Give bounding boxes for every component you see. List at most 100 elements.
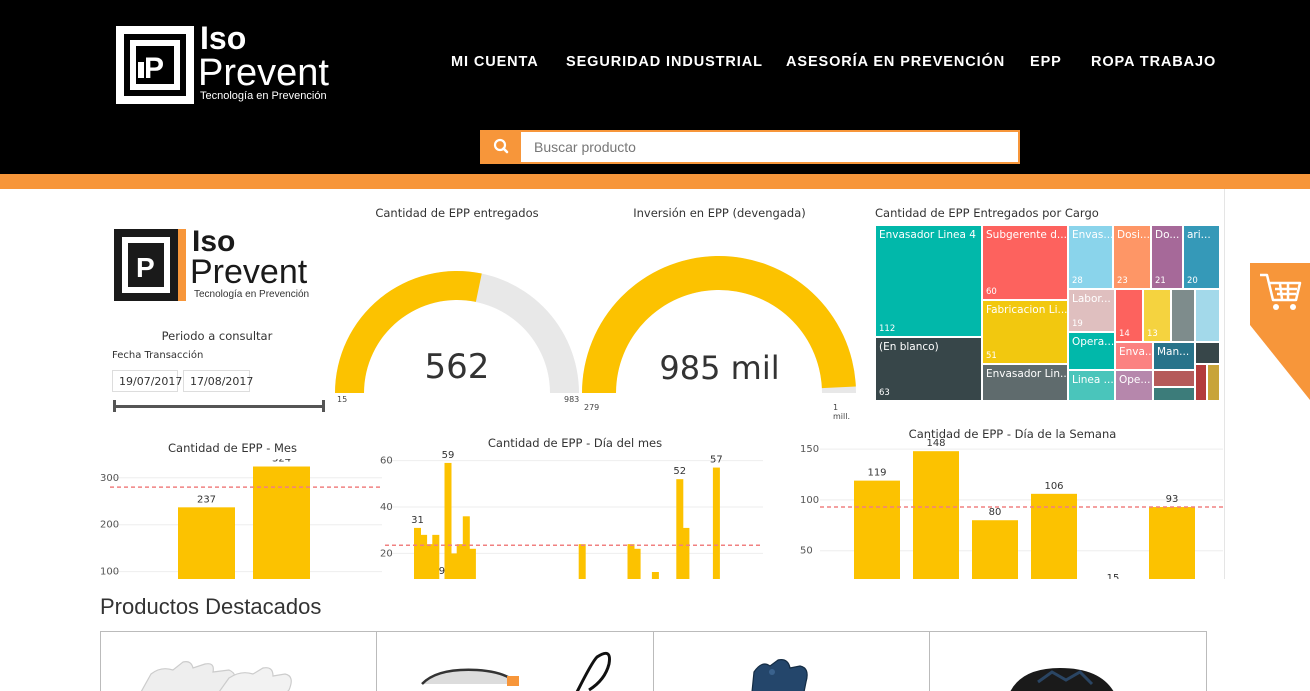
treemap-cell[interactable]	[1171, 289, 1195, 342]
treemap-cell-value: 112	[879, 324, 895, 334]
nav-epp[interactable]: EPP	[1030, 54, 1062, 70]
period-range-slider[interactable]	[112, 399, 326, 413]
bar	[634, 549, 641, 579]
bar	[713, 468, 720, 579]
gauge-2-title: Inversión en EPP (devengada)	[582, 206, 857, 220]
svg-text:P: P	[144, 52, 164, 85]
nav-mi-cuenta[interactable]: MI CUENTA	[451, 54, 539, 70]
treemap-cell[interactable]: Do...21	[1151, 225, 1183, 289]
bar	[652, 572, 659, 579]
treemap-cell[interactable]: Ope...	[1115, 370, 1153, 401]
treemap-cell[interactable]: Linea ...	[1068, 370, 1115, 401]
logo-tagline: Tecnología en Prevención	[200, 90, 327, 102]
treemap-cell[interactable]: ari... 20	[1183, 225, 1220, 289]
nav-seguridad-industrial[interactable]: SEGURIDAD INDUSTRIAL	[566, 54, 763, 70]
search-icon	[482, 132, 521, 162]
gauge-2-min: 279	[584, 403, 599, 412]
treemap-cell-label: Fabricacion Li...	[986, 304, 1068, 316]
featured-products-title: Productos Destacados	[100, 594, 321, 620]
treemap-cell[interactable]: Enva...	[1115, 342, 1153, 370]
product-card-gloves-white[interactable]	[100, 631, 377, 691]
bar	[579, 544, 586, 579]
treemap-cell-value: 60	[986, 287, 997, 297]
bar	[414, 528, 421, 579]
treemap-cell[interactable]	[1153, 387, 1195, 401]
treemap-cell[interactable]	[1195, 342, 1220, 364]
treemap-cell-value: 14	[1119, 329, 1130, 339]
treemap-cell[interactable]: Envasador Linea 4112	[875, 225, 982, 337]
treemap-cell[interactable]: Envasador Lin...	[982, 364, 1068, 401]
search-button[interactable]	[482, 132, 521, 162]
period-end-date[interactable]: 17/08/2017	[183, 370, 250, 392]
treemap-cell-label: Linea ...	[1072, 374, 1114, 386]
bar	[682, 528, 689, 579]
treemap-cell[interactable]: 13	[1143, 289, 1171, 342]
site-logo[interactable]: P Iso Prevent Tecnología en Prevención	[114, 24, 346, 106]
dashboard-logo-tagline: Tecnología en Prevención	[194, 289, 309, 300]
treemap-cell[interactable]: Fabricacion Li... 51	[982, 300, 1068, 364]
treemap-cell[interactable]: Opera...	[1068, 332, 1115, 370]
gauge-inversion-epp: Inversión en EPP (devengada) 985 mil 279…	[582, 199, 857, 414]
helmet-image	[930, 632, 1207, 691]
period-field-label: Fecha Transacción	[112, 350, 203, 361]
bar	[913, 451, 959, 579]
treemap-cell-label: (En blanco)	[879, 341, 939, 353]
treemap-cell-value: 51	[986, 351, 997, 361]
search-input[interactable]	[521, 132, 1018, 162]
header-accent-band	[0, 174, 1310, 189]
y-tick-label: 300	[100, 473, 119, 484]
product-card-safety-glasses[interactable]	[376, 631, 654, 691]
data-label: 119	[867, 468, 886, 479]
cart-tab[interactable]	[1250, 263, 1310, 400]
data-label: 148	[926, 439, 945, 449]
treemap-cell-label: Envasador Lin...	[986, 368, 1068, 380]
product-card-helmet[interactable]	[929, 631, 1207, 691]
gauge-1-title: Cantidad de EPP entregados	[332, 206, 582, 220]
treemap-cell-value: 20	[1187, 276, 1198, 286]
logo-mark-icon: P	[114, 24, 196, 106]
nav-asesoria-prevencion[interactable]: ASESORÍA EN PREVENCIÓN	[786, 54, 1005, 70]
period-title: Periodo a consultar	[112, 329, 322, 343]
site-header: P Iso Prevent Tecnología en Prevención M…	[0, 0, 1310, 174]
epp-dashboard: P Iso Prevent Tecnología en Prevención P…	[100, 189, 1225, 579]
bar-diames-svg: 204060319595257	[380, 449, 765, 579]
treemap-cell[interactable]	[1195, 289, 1220, 342]
treemap-cells: Envasador Linea 4112(En blanco)63Subgere…	[875, 225, 1220, 401]
data-label: 237	[197, 494, 216, 505]
treemap-cell[interactable]: (En blanco)63	[875, 337, 982, 401]
treemap-cell-label: Ope...	[1119, 374, 1150, 386]
treemap-cell[interactable]: Subgerente d... 60	[982, 225, 1068, 300]
data-label: 31	[411, 515, 424, 526]
data-label: 106	[1044, 481, 1063, 492]
treemap-cell[interactable]: Envas...28	[1068, 225, 1113, 289]
data-label: 93	[1166, 494, 1179, 505]
treemap-cell-value: 21	[1155, 276, 1166, 286]
treemap-cell-label: Subgerente d...	[986, 229, 1067, 241]
y-tick-label: 100	[100, 567, 119, 578]
treemap-cell[interactable]: 14	[1115, 289, 1143, 342]
treemap-cell-label: Opera...	[1072, 336, 1114, 348]
treemap-cell-label: ari...	[1187, 229, 1211, 241]
nav-ropa-trabajo[interactable]: ROPA TRABAJO	[1091, 54, 1216, 70]
period-start-date[interactable]: 19/07/2017	[112, 370, 178, 392]
dashboard-logo: P Iso Prevent Tecnología en Prevención	[112, 227, 332, 303]
gauge-1-min: 15	[337, 395, 347, 404]
period-slicer: Periodo a consultar Fecha Transacción 19…	[112, 329, 326, 419]
product-card-gloves-blue[interactable]	[653, 631, 930, 691]
gauge-2-value: 985 mil	[582, 349, 857, 387]
blue-gloves-image	[654, 632, 930, 691]
bar	[451, 553, 458, 579]
treemap-cell[interactable]	[1207, 364, 1220, 401]
bar-diasemana-svg: 50100150119148801061593	[800, 439, 1225, 579]
treemap-cell[interactable]: Labor...19	[1068, 289, 1115, 332]
y-tick-label: 20	[380, 548, 393, 559]
bar	[469, 549, 476, 579]
treemap-cell[interactable]: Dosi...23	[1113, 225, 1151, 289]
treemap-cell[interactable]	[1153, 370, 1195, 387]
y-tick-label: 50	[800, 546, 813, 557]
treemap-cell[interactable]: Man...	[1153, 342, 1195, 370]
bar	[628, 544, 635, 579]
cart-icon	[1250, 263, 1310, 400]
bar	[457, 544, 464, 579]
treemap-cell[interactable]	[1195, 364, 1207, 401]
